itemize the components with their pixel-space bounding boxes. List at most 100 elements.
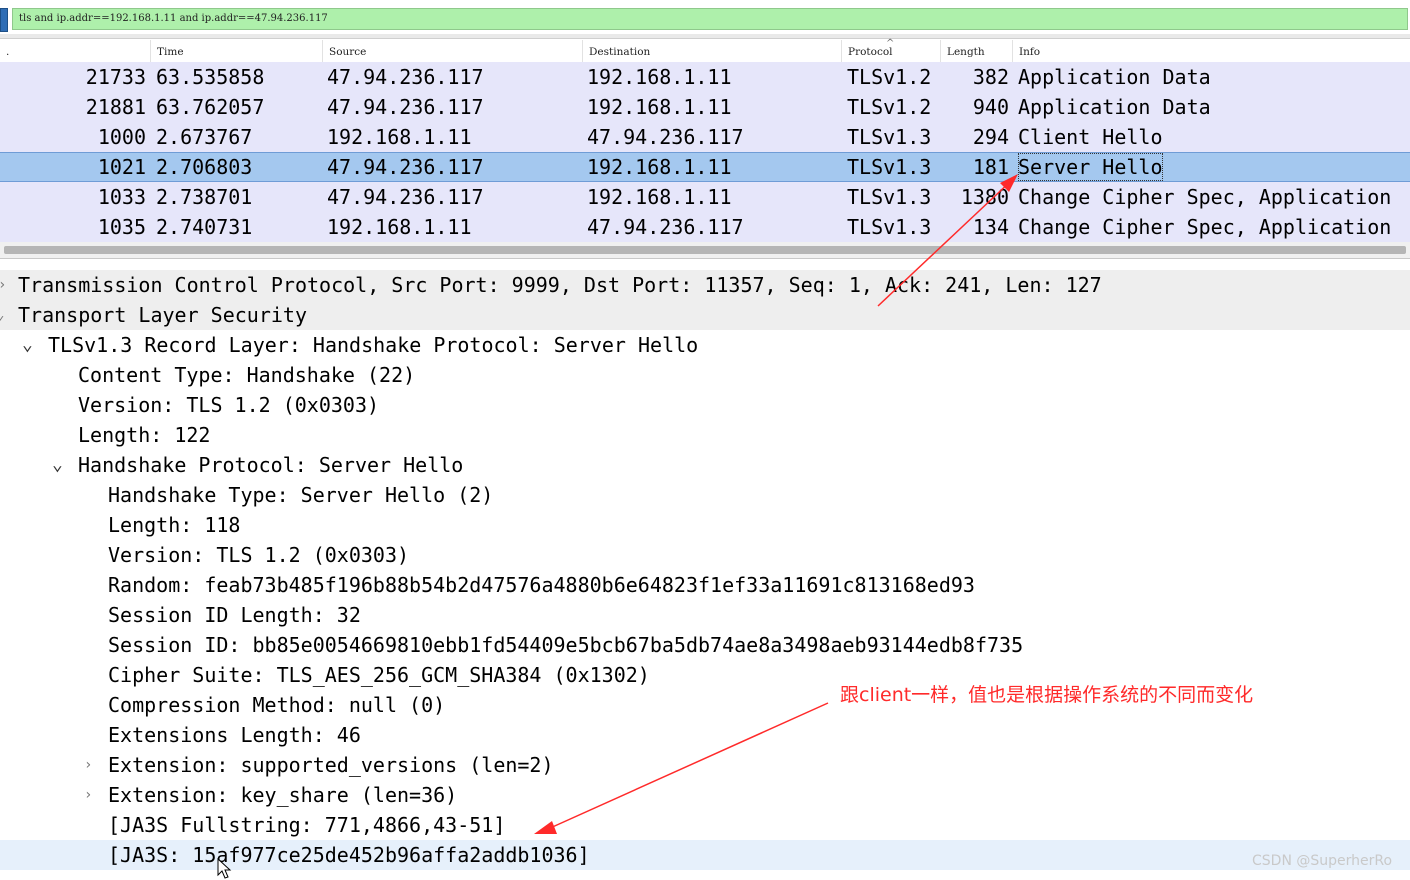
packet-destination: 192.168.1.11 <box>587 95 732 119</box>
bookmark-icon[interactable] <box>0 8 8 32</box>
packet-row[interactable]: 1021 2.706803 47.94.236.117 192.168.1.11 TLS… <box>0 152 1410 182</box>
collapse-arrow-icon[interactable]: ⌄ <box>22 330 33 360</box>
detail-tree-item[interactable]: ⌄ TLSv1.3 Record Layer: Handshake Protoco… <box>0 330 1410 360</box>
detail-tree-item[interactable]: [JA3S: 15af977ce25de452b96affa2addb1036] <box>0 840 1410 870</box>
packet-no: 1035 <box>97 215 146 239</box>
detail-tree-item[interactable]: Version: TLS 1.2 (0x0303) <box>0 540 1410 570</box>
expand-arrow-icon[interactable]: › <box>0 270 6 300</box>
detail-tree-item[interactable]: Session ID Length: 32 <box>0 600 1410 630</box>
packet-protocol: TLSv1.3 <box>847 215 932 239</box>
packet-protocol: TLSv1.2 <box>847 95 932 119</box>
packet-no: 21881 <box>85 95 146 119</box>
packet-source: 47.94.236.117 <box>327 65 484 89</box>
packet-length: 134 <box>972 215 1009 239</box>
packet-source: 47.94.236.117 <box>327 155 484 179</box>
packet-info: Application Data <box>1018 65 1211 89</box>
packet-no: 1000 <box>97 125 146 149</box>
packet-time: 63.762057 <box>156 95 265 119</box>
column-header-no[interactable]: . <box>0 40 150 62</box>
packet-row[interactable]: 1033 2.738701 47.94.236.117 192.168.1.11 TLS… <box>0 182 1410 212</box>
detail-tree-label: Content Type: Handshake (22) <box>78 363 416 387</box>
detail-tree-label: [JA3S: 15af977ce25de452b96affa2addb1036] <box>108 843 590 867</box>
packet-protocol: TLSv1.2 <box>847 65 932 89</box>
packet-length: 181 <box>972 155 1009 179</box>
detail-tree-label: Handshake Protocol: Server Hello <box>78 453 464 477</box>
packet-row[interactable]: 21733 63.535858 47.94.236.117 192.168.1.11 T… <box>0 62 1410 92</box>
packet-time: 2.738701 <box>156 185 253 209</box>
packet-no: 1021 <box>97 155 146 179</box>
detail-tree-label: Extensions Length: 46 <box>108 723 361 747</box>
detail-tree-label: Extension: key_share (len=36) <box>108 783 458 807</box>
detail-tree-label: Version: TLS 1.2 (0x0303) <box>108 543 410 567</box>
sort-ascending-icon: ^ <box>886 38 895 49</box>
detail-tree-item[interactable]: › Extension: supported_versions (len=2) <box>0 750 1410 780</box>
column-header-time[interactable]: Time <box>150 40 322 62</box>
detail-tree-item[interactable]: Random: feab73b485f196b88b54b2d47576a488… <box>0 570 1410 600</box>
packet-length: 382 <box>972 65 1009 89</box>
column-header-source[interactable]: Source <box>322 40 582 62</box>
packet-time: 2.706803 <box>156 155 253 179</box>
detail-tree-item[interactable]: ⌄ Transport Layer Security <box>0 300 1410 330</box>
packet-time: 2.673767 <box>156 125 253 149</box>
packet-protocol: TLSv1.3 <box>847 185 932 209</box>
packet-info: Change Cipher Spec, Application <box>1018 215 1392 239</box>
mouse-cursor-icon <box>217 858 232 879</box>
detail-tree-item[interactable]: Extensions Length: 46 <box>0 720 1410 750</box>
detail-tree-label: Length: 122 <box>78 423 211 447</box>
detail-tree-item[interactable]: [JA3S Fullstring: 771,4866,43-51] <box>0 810 1410 840</box>
column-header-info[interactable]: Info <box>1012 40 1410 62</box>
detail-tree-label: Session ID Length: 32 <box>108 603 361 627</box>
detail-tree-label: Transport Layer Security <box>18 303 307 327</box>
detail-tree-label: Random: feab73b485f196b88b54b2d47576a488… <box>108 573 975 597</box>
column-header-destination[interactable]: Destination <box>582 40 841 62</box>
packet-no: 21733 <box>85 65 146 89</box>
packet-time: 2.740731 <box>156 215 253 239</box>
detail-tree-label: Version: TLS 1.2 (0x0303) <box>78 393 380 417</box>
detail-tree-label: Cipher Suite: TLS_AES_256_GCM_SHA384 (0x… <box>108 663 650 687</box>
packet-destination: 47.94.236.117 <box>587 125 744 149</box>
detail-tree-label: Session ID: bb85e0054669810ebb1fd54409e5… <box>108 633 1024 657</box>
packet-source: 47.94.236.117 <box>327 185 484 209</box>
detail-tree-label: Compression Method: null (0) <box>108 693 446 717</box>
packet-info: Change Cipher Spec, Application <box>1018 185 1392 209</box>
expand-arrow-icon[interactable]: › <box>84 750 92 780</box>
watermark: CSDN @SuperherRo <box>1252 853 1393 869</box>
detail-tree-item[interactable]: Session ID: bb85e0054669810ebb1fd54409e5… <box>0 630 1410 660</box>
packet-no: 1033 <box>97 185 146 209</box>
packet-row[interactable]: 1035 2.740731 192.168.1.11 47.94.236.117 TLS… <box>0 212 1410 242</box>
detail-tree-item[interactable]: Version: TLS 1.2 (0x0303) <box>0 390 1410 420</box>
packet-destination: 47.94.236.117 <box>587 215 744 239</box>
detail-tree-item[interactable]: Handshake Type: Server Hello (2) <box>0 480 1410 510</box>
packet-row[interactable]: 21881 63.762057 47.94.236.117 192.168.1.11 T… <box>0 92 1410 122</box>
column-header-length[interactable]: Length <box>940 40 1012 62</box>
detail-tree-label: Length: 118 <box>108 513 241 537</box>
packet-row[interactable]: 1000 2.673767 192.168.1.11 47.94.236.117 TLS… <box>0 122 1410 152</box>
detail-tree-item[interactable]: › Transmission Control Protocol, Src Port… <box>0 270 1410 300</box>
detail-tree-item[interactable]: ⌄ Handshake Protocol: Server Hello <box>0 450 1410 480</box>
packet-list-scrollbar[interactable] <box>0 242 1410 259</box>
packet-length: 1380 <box>960 185 1009 209</box>
display-filter-toolbar: tls and ip.addr==192.168.1.11 and ip.add… <box>0 0 1410 34</box>
detail-tree-label: [JA3S Fullstring: 771,4866,43-51] <box>108 813 506 837</box>
packet-length: 940 <box>972 95 1009 119</box>
detail-tree-item[interactable]: Length: 122 <box>0 420 1410 450</box>
packet-destination: 192.168.1.11 <box>587 185 732 209</box>
collapse-arrow-icon[interactable]: ⌄ <box>0 300 4 330</box>
scrollbar-thumb[interactable] <box>4 246 1406 254</box>
packet-source: 192.168.1.11 <box>327 125 472 149</box>
packet-protocol: TLSv1.3 <box>847 155 932 179</box>
detail-tree-item[interactable]: Content Type: Handshake (22) <box>0 360 1410 390</box>
annotation-text: 跟client一样，值也是根据操作系统的不同而变化 <box>840 684 1254 706</box>
display-filter-input[interactable]: tls and ip.addr==192.168.1.11 and ip.add… <box>12 8 1408 30</box>
packet-protocol: TLSv1.3 <box>847 125 932 149</box>
packet-info: Client Hello <box>1018 125 1163 149</box>
expand-arrow-icon[interactable]: › <box>84 780 92 810</box>
pane-divider <box>0 34 1410 39</box>
detail-tree-label: Transmission Control Protocol, Src Port:… <box>18 273 1102 297</box>
packet-time: 63.535858 <box>156 65 265 89</box>
packet-info: Application Data <box>1018 95 1211 119</box>
collapse-arrow-icon[interactable]: ⌄ <box>52 450 63 480</box>
detail-tree-item[interactable]: › Extension: key_share (len=36) <box>0 780 1410 810</box>
detail-tree-item[interactable]: Length: 118 <box>0 510 1410 540</box>
packet-destination: 192.168.1.11 <box>587 155 732 179</box>
